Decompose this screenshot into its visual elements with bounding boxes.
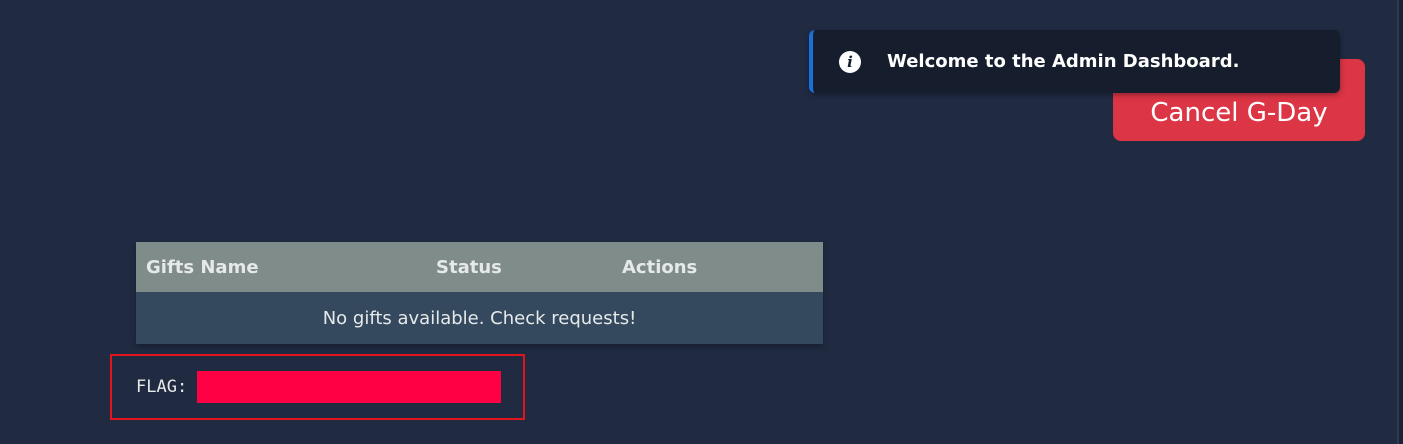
flag-highlight-box: FLAG: [110,354,525,420]
gifts-table: Gifts Name Status Actions No gifts avail… [136,242,823,344]
table-row: No gifts available. Check requests! [136,292,823,344]
column-header-actions: Actions [612,242,823,292]
info-icon: i [839,50,861,73]
empty-state-message: No gifts available. Check requests! [136,292,823,344]
notification-toast[interactable]: i Welcome to the Admin Dashboard. [809,30,1340,93]
scrollbar[interactable] [1397,0,1403,444]
flag-redacted-value [197,371,502,403]
flag-label: FLAG: [136,377,188,397]
column-header-status: Status [426,242,612,292]
toast-message: Welcome to the Admin Dashboard. [887,51,1240,72]
column-header-gifts-name: Gifts Name [136,242,426,292]
table-header-row: Gifts Name Status Actions [136,242,823,292]
